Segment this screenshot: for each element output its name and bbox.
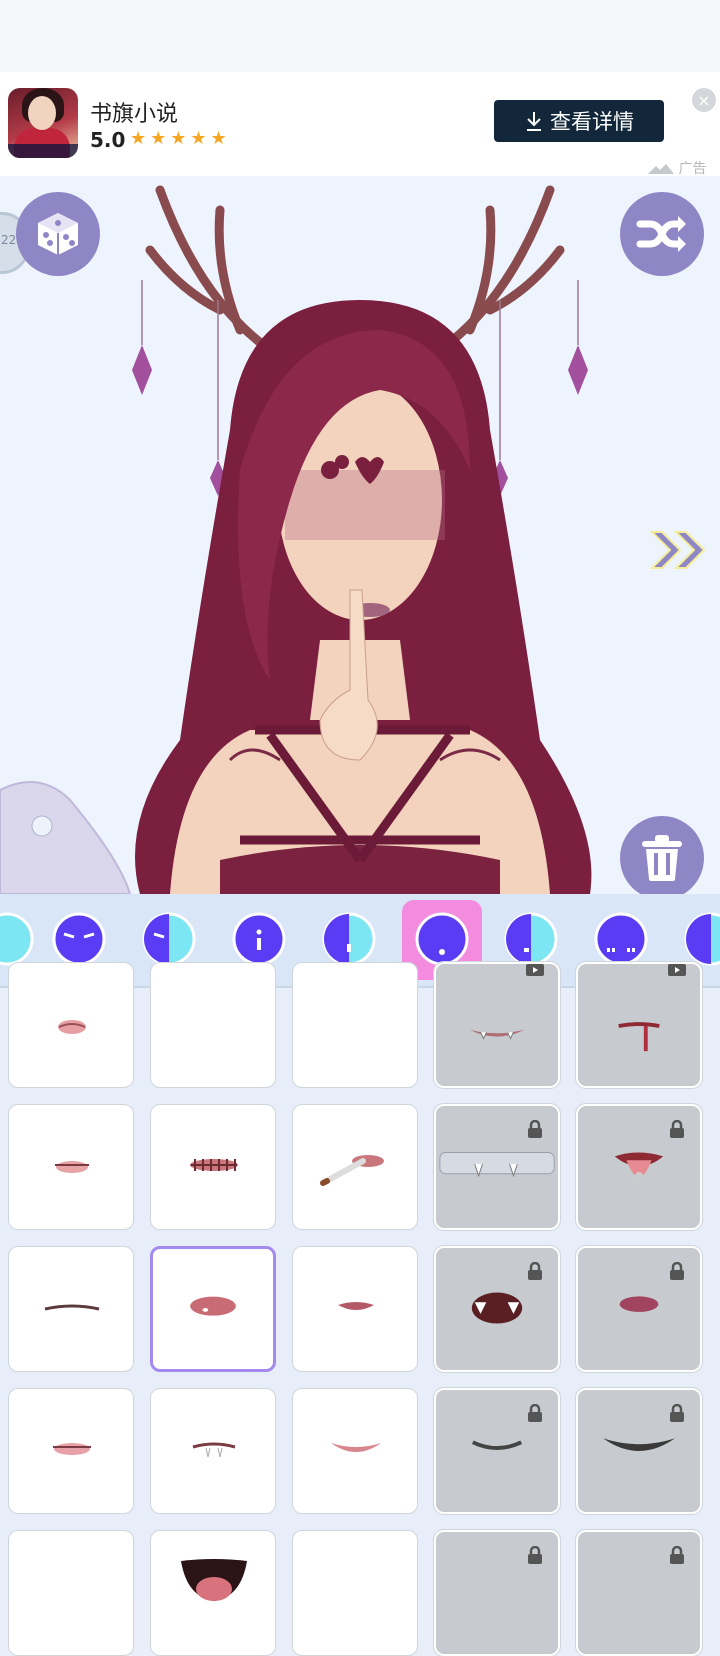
mouth-option-locked[interactable] — [575, 1529, 703, 1656]
lock-icon — [670, 1546, 684, 1564]
ad-app-name: 书旗小说 — [90, 102, 179, 127]
fang-smile-preview — [469, 1029, 525, 1040]
mouth-option-empty[interactable] — [292, 962, 418, 1088]
ad-app-icon[interactable] — [8, 88, 78, 158]
mouth-option-locked[interactable] — [433, 961, 561, 1089]
tab-mouth-3[interactable] — [232, 912, 286, 966]
lock-icon — [670, 1404, 684, 1422]
lock-icon — [528, 1262, 542, 1280]
smile-lips-preview — [331, 1443, 381, 1452]
mouth-option-empty[interactable] — [150, 962, 276, 1088]
mouth-option-locked[interactable] — [433, 1529, 561, 1656]
dice-icon — [38, 213, 78, 255]
shuffle-icon — [636, 216, 686, 252]
thin-lips-preview — [44, 1304, 100, 1311]
video-ad-icon — [668, 964, 686, 976]
lips-neutral-preview — [55, 1161, 89, 1173]
mouth-option[interactable] — [292, 1388, 418, 1514]
mouth-option-locked[interactable] — [575, 1245, 703, 1373]
tab-mouth-6[interactable] — [504, 912, 558, 966]
tab-mouth-partial-right[interactable] — [684, 912, 720, 966]
download-icon — [527, 112, 541, 131]
tab-mouth-2[interactable] — [142, 912, 196, 966]
ad-view-details-button[interactable]: 查看详情 — [494, 100, 664, 142]
ad-rating-stars: ★★★★★ — [130, 128, 231, 149]
tab-mouth-partial-left[interactable] — [0, 912, 34, 966]
double-chevron-right-icon[interactable] — [650, 530, 712, 570]
video-ad-icon — [526, 964, 544, 976]
pout-lips-preview — [338, 1302, 374, 1310]
tab-mouth-1[interactable] — [52, 912, 106, 966]
stitched-lips-preview — [190, 1159, 238, 1171]
character-canvas: 22 — [0, 176, 720, 894]
mouth-option[interactable] — [8, 962, 134, 1088]
ad-label: 广告 — [648, 158, 706, 178]
mouth-option[interactable] — [8, 1246, 134, 1372]
lock-icon — [528, 1546, 542, 1564]
mouth-option-locked[interactable] — [433, 1245, 561, 1373]
status-bar — [0, 0, 720, 72]
mouth-option-partial[interactable] — [292, 1530, 418, 1656]
ad-label-text: 广告 — [678, 161, 707, 177]
blood-lips-preview — [618, 1022, 660, 1052]
mouth-option[interactable] — [150, 1530, 276, 1656]
randomize-button[interactable] — [16, 192, 100, 276]
delete-button[interactable] — [620, 816, 704, 894]
mouth-option[interactable] — [292, 1104, 418, 1230]
ad-icon-face — [28, 96, 56, 130]
lock-icon — [670, 1262, 684, 1280]
lock-icon — [528, 1404, 542, 1422]
ad-close-icon[interactable]: × — [692, 88, 716, 112]
mouth-option-locked[interactable] — [433, 1387, 561, 1515]
character-illustration — [0, 185, 592, 894]
lips-preview — [58, 1020, 86, 1034]
ad-network-icon — [648, 164, 674, 174]
mouth-option-locked[interactable] — [433, 1103, 561, 1231]
open-tongue-preview — [181, 1559, 247, 1601]
mouth-option-locked[interactable] — [575, 1387, 703, 1515]
tab-mouth-5-selected[interactable] — [415, 912, 469, 966]
mouth-option-partial[interactable] — [8, 1530, 134, 1656]
mouth-option[interactable] — [292, 1246, 418, 1372]
mouth-option-locked[interactable] — [575, 961, 703, 1089]
mouth-option-locked[interactable] — [575, 1103, 703, 1231]
glossy-lips-preview — [190, 1296, 236, 1316]
mouth-option[interactable] — [8, 1388, 134, 1514]
fang-small-preview — [192, 1442, 236, 1458]
mouth-option-selected[interactable] — [150, 1246, 276, 1372]
mouth-option[interactable] — [150, 1104, 276, 1230]
ad-rating: 5.0 — [90, 128, 126, 152]
soft-lips-preview — [53, 1443, 91, 1455]
tab-mouth-7[interactable] — [594, 912, 648, 966]
ad-icon-caption-strip — [8, 144, 78, 158]
side-badge-label: 22 — [1, 233, 17, 247]
tab-mouth-4[interactable] — [322, 912, 376, 966]
lock-icon — [670, 1120, 684, 1138]
cigarette-lips-preview — [320, 1155, 384, 1186]
trash-icon — [642, 835, 682, 881]
ad-cta-label: 查看详情 — [550, 110, 634, 134]
mouth-option[interactable] — [8, 1104, 134, 1230]
shuffle-button[interactable] — [620, 192, 704, 276]
mouth-option[interactable] — [150, 1388, 276, 1514]
lock-icon — [528, 1120, 542, 1138]
